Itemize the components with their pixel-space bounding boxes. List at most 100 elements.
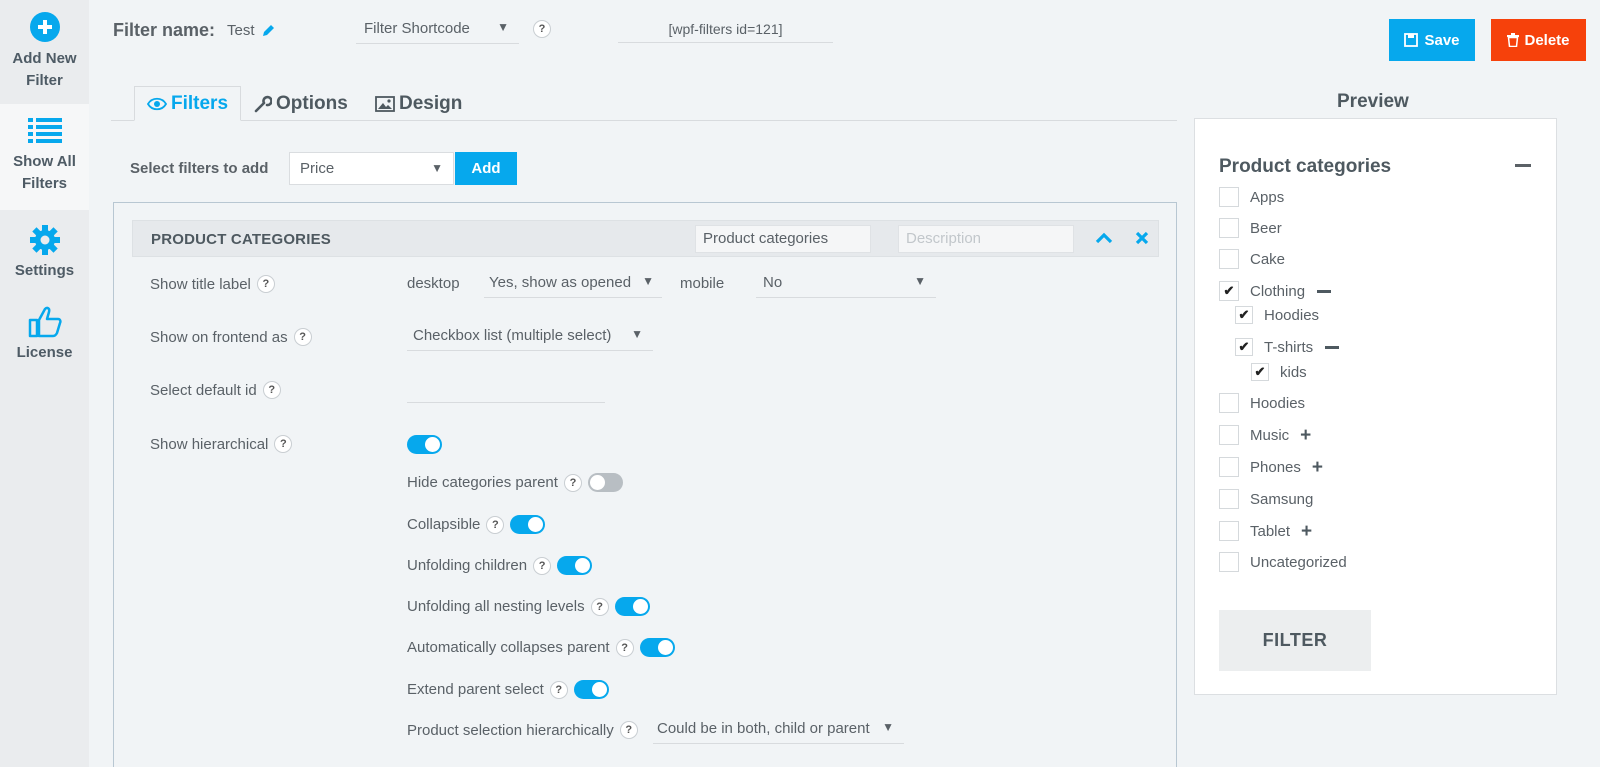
preview-item-label: Tablet	[1250, 522, 1291, 540]
nav-show-all-filters[interactable]: Show All Filters	[0, 104, 89, 210]
help-icon[interactable]: ?	[533, 556, 552, 575]
close-icon[interactable]	[1135, 231, 1149, 245]
help-icon[interactable]: ?	[619, 721, 638, 739]
mobile-title-select[interactable]: No ▼	[756, 274, 936, 298]
save-button[interactable]: Save	[1389, 19, 1475, 61]
collapse-minus-icon[interactable]	[1325, 345, 1340, 349]
expand-plus-icon[interactable]: +	[1301, 522, 1312, 541]
left-navigation: Add New Filter Show All Filters Settings	[0, 0, 89, 767]
checkbox[interactable]	[1219, 552, 1239, 572]
filter-block: PRODUCT CATEGORIES Product categories De…	[113, 202, 1177, 767]
collapsible-toggle[interactable]	[510, 515, 546, 534]
caret-down-icon: ▼	[631, 327, 643, 341]
delete-button[interactable]: Delete	[1491, 19, 1586, 61]
filter-description-input[interactable]: Description	[898, 225, 1074, 253]
preview-item-tablet[interactable]: Tablet +	[1219, 521, 1312, 541]
filter-button[interactable]: FILTER	[1219, 610, 1371, 671]
shortcode-type-value: Filter Shortcode	[364, 20, 470, 37]
filter-type-value: Price	[300, 160, 335, 177]
product-selection-value: Could be in both, child or parent	[657, 720, 870, 737]
nav-settings[interactable]: Settings	[0, 224, 89, 294]
checkbox-checked[interactable]: ✔	[1235, 306, 1253, 324]
preview-item-hoodies-child[interactable]: ✔ Hoodies	[1235, 306, 1319, 324]
mobile-title-value: No	[763, 274, 783, 291]
help-icon[interactable]: ?	[549, 680, 568, 699]
help-icon[interactable]: ?	[256, 275, 275, 293]
checkbox[interactable]	[1219, 489, 1239, 509]
preview-item-apps[interactable]: Apps	[1219, 187, 1284, 207]
unfolding-children-row: Unfolding children ?	[407, 556, 593, 575]
extend-parent-toggle[interactable]	[573, 680, 609, 699]
preview-item-uncategorized[interactable]: Uncategorized	[1219, 552, 1347, 572]
unfolding-all-toggle[interactable]	[614, 597, 650, 616]
checkbox-checked[interactable]: ✔	[1235, 338, 1253, 356]
eye-icon	[147, 97, 167, 110]
chevron-up-icon[interactable]	[1095, 231, 1113, 245]
expand-plus-icon[interactable]: +	[1312, 458, 1323, 477]
help-icon[interactable]: ?	[262, 381, 281, 399]
checkbox[interactable]	[1219, 457, 1239, 477]
checkbox[interactable]	[1219, 218, 1239, 238]
preview-item-hoodies[interactable]: Hoodies	[1219, 393, 1305, 413]
show-on-frontend-label: Show on frontend as	[150, 328, 288, 346]
preview-item-label: kids	[1280, 363, 1307, 381]
unfolding-all-row: Unfolding all nesting levels ?	[407, 597, 650, 616]
preview-item-kids[interactable]: ✔ kids	[1251, 363, 1307, 381]
preview-item-music[interactable]: Music +	[1219, 425, 1311, 445]
product-selection-select[interactable]: Could be in both, child or parent ▼	[653, 720, 904, 744]
preview-item-phones[interactable]: Phones +	[1219, 457, 1323, 477]
preview-item-cake[interactable]: Cake	[1219, 249, 1285, 269]
tab-filters-label: Filters	[171, 92, 229, 114]
shortcode-type-select[interactable]: Filter Shortcode ▼	[356, 20, 519, 44]
frontend-type-select[interactable]: Checkbox list (multiple select) ▼	[407, 327, 653, 351]
tab-design[interactable]: Design	[375, 86, 462, 121]
preview-heading: Product categories	[1219, 156, 1392, 177]
auto-collapses-toggle[interactable]	[639, 638, 675, 657]
checkbox[interactable]	[1219, 187, 1239, 207]
collapse-minus-icon[interactable]	[1515, 164, 1531, 167]
checkbox[interactable]	[1219, 249, 1239, 269]
filter-type-select[interactable]: Price ▼	[289, 152, 454, 185]
help-icon[interactable]: ?	[486, 515, 505, 534]
help-icon[interactable]: ?	[274, 435, 293, 453]
filter-title-input[interactable]: Product categories	[695, 225, 871, 253]
checkbox[interactable]	[1219, 393, 1239, 413]
collapse-minus-icon[interactable]	[1317, 289, 1332, 293]
preview-item-label: Clothing	[1250, 282, 1306, 300]
preview-item-samsung[interactable]: Samsung	[1219, 489, 1313, 509]
caret-down-icon: ▼	[882, 720, 894, 734]
default-id-input[interactable]	[407, 379, 605, 403]
preview-item-clothing[interactable]: ✔ Clothing	[1219, 281, 1332, 301]
help-icon[interactable]: ?	[533, 20, 551, 38]
unfolding-children-toggle[interactable]	[557, 556, 593, 575]
add-filter-button[interactable]: Add	[455, 152, 517, 185]
pencil-icon[interactable]	[261, 23, 276, 38]
checkbox-checked[interactable]: ✔	[1219, 281, 1239, 301]
checkbox-checked[interactable]: ✔	[1251, 363, 1269, 381]
help-icon[interactable]: ?	[293, 328, 312, 346]
nav-add-new-filter[interactable]: Add New Filter	[0, 12, 89, 104]
nav-license[interactable]: License	[0, 306, 89, 372]
checkbox[interactable]	[1219, 521, 1239, 541]
help-icon[interactable]: ?	[590, 597, 609, 616]
tab-filters[interactable]: Filters	[134, 86, 242, 121]
tab-options[interactable]: Options	[254, 86, 348, 121]
preview-item-beer[interactable]: Beer	[1219, 218, 1282, 238]
plus-circle-icon	[29, 12, 60, 42]
expand-plus-icon[interactable]: +	[1300, 426, 1311, 445]
hide-categories-parent-toggle[interactable]	[587, 473, 623, 492]
preview-item-label: Phones	[1250, 458, 1301, 476]
desktop-title-select[interactable]: Yes, show as opened ▼	[484, 274, 662, 298]
hide-categories-parent-row: Hide categories parent ?	[407, 473, 623, 492]
show-hierarchical-toggle[interactable]	[407, 435, 442, 454]
nav-show-all-label: Show All Filters	[13, 153, 76, 192]
show-title-label: Show title label	[150, 275, 251, 293]
preview-item-tshirts[interactable]: ✔ T-shirts	[1235, 338, 1340, 356]
shortcode-field[interactable]: [wpf-filters id=121]	[618, 16, 833, 43]
help-icon[interactable]: ?	[615, 638, 634, 657]
preview-panel: Product categories Apps Beer Cake ✔ Clot…	[1194, 118, 1557, 695]
collapsible-label: Collapsible	[407, 516, 481, 533]
help-icon[interactable]: ?	[563, 473, 582, 492]
checkbox[interactable]	[1219, 425, 1239, 445]
preview-item-label: Cake	[1250, 250, 1286, 268]
